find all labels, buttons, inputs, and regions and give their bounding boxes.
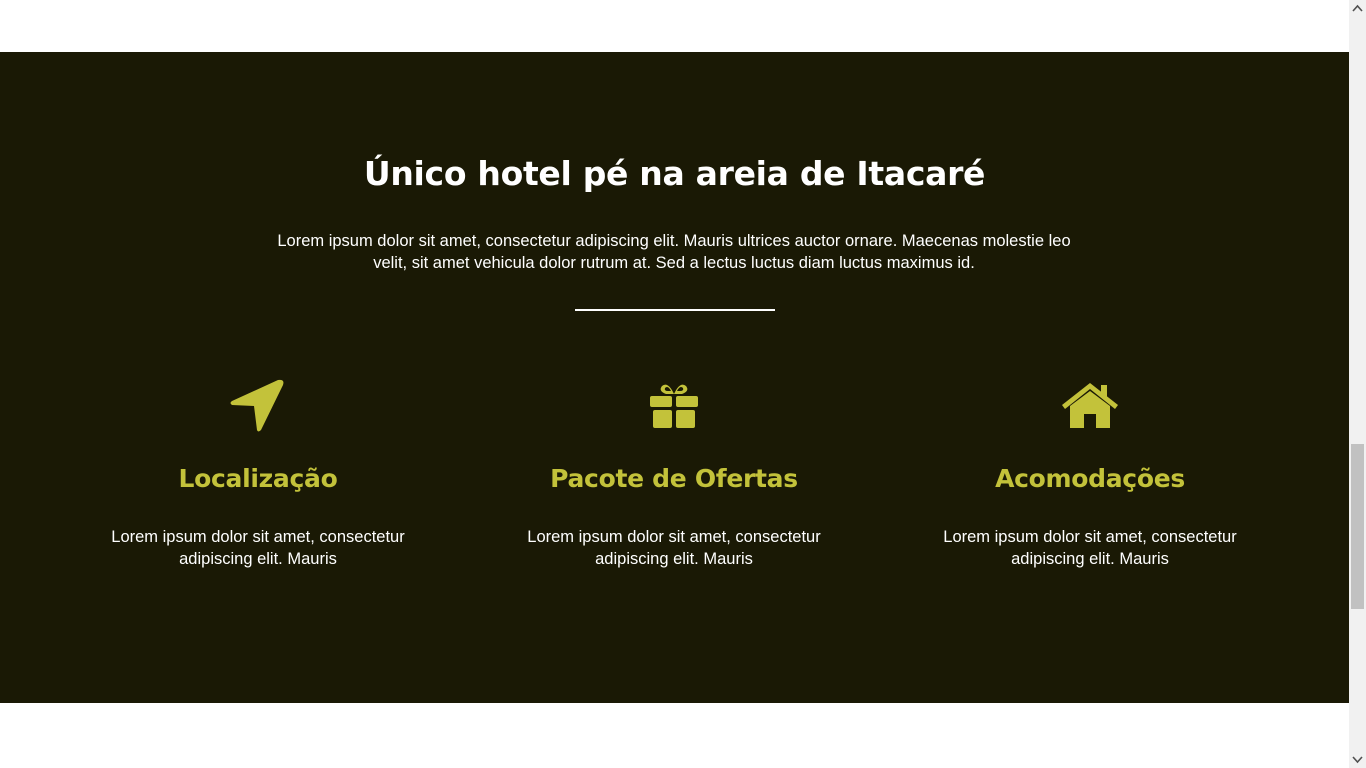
vertical-scrollbar[interactable]: [1349, 0, 1366, 768]
scroll-up-arrow-icon[interactable]: [1349, 0, 1366, 17]
feature-description: Lorem ipsum dolor sit amet, consectetur …: [527, 528, 821, 568]
feature-offers: Pacote de Ofertas Lorem ipsum dolor sit …: [494, 376, 854, 570]
feature-title: Acomodações: [995, 464, 1185, 493]
gift-icon: [650, 384, 698, 428]
section-title: Único hotel pé na areia de Itacaré: [363, 154, 986, 193]
feature-title: Localização: [178, 464, 338, 493]
home-icon: [1062, 383, 1118, 428]
feature-description: Lorem ipsum dolor sit amet, consectetur …: [943, 528, 1237, 568]
feature-title: Pacote de Ofertas: [550, 464, 798, 493]
page: Único hotel pé na areia de Itacaré Lorem…: [0, 0, 1349, 768]
divider: [575, 309, 775, 311]
feature-description: Lorem ipsum dolor sit amet, consectetur …: [111, 528, 405, 568]
feature-accommodations: Acomodações Lorem ipsum dolor sit amet, …: [910, 376, 1270, 570]
scroll-down-arrow-icon[interactable]: [1349, 751, 1366, 768]
feature-location: Localização Lorem ipsum dolor sit amet, …: [78, 376, 438, 570]
section-intro: Lorem ipsum dolor sit amet, consectetur …: [277, 232, 1071, 272]
location-arrow-icon: [230, 379, 284, 432]
scrollbar-thumb[interactable]: [1351, 444, 1364, 609]
